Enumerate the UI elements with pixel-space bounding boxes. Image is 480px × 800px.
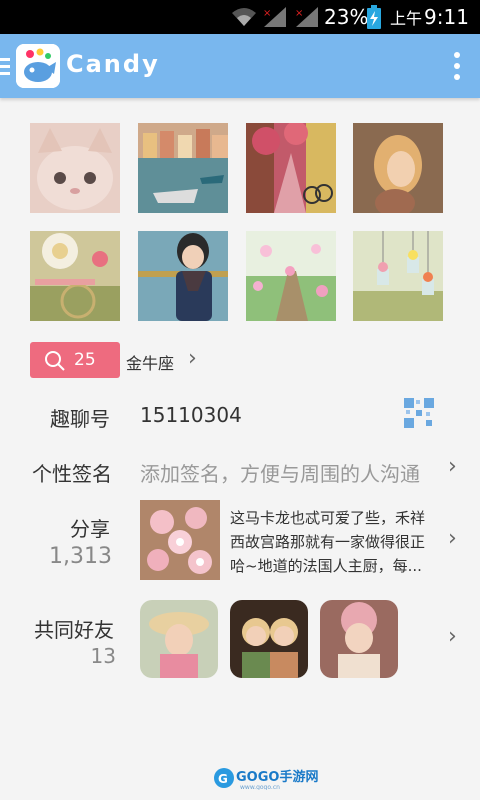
photo-child-scarf[interactable] — [138, 231, 228, 321]
app-logo-icon[interactable] — [16, 44, 60, 88]
signal-icon-2: × — [295, 7, 318, 27]
chevron-right-icon[interactable]: › — [188, 346, 197, 371]
friends-label: 共同好友 — [34, 618, 114, 642]
share-preview-text[interactable]: 这马卡龙也忒可爱了些，禾祥西故宫路那就有一家做得很正哈~地道的法国人主厨，每..… — [230, 506, 436, 578]
share-count: 1,313 — [49, 544, 112, 569]
svg-text:www.gogo.cn: www.gogo.cn — [240, 784, 280, 790]
status-bar: × × 23% 上午 9:11 — [0, 0, 480, 34]
clock: 9:11 — [424, 5, 469, 29]
photo-kitten[interactable] — [30, 123, 120, 213]
friends-chevron-icon[interactable]: › — [448, 624, 457, 649]
photo-bike-flowers[interactable] — [30, 231, 120, 321]
svg-text:×: × — [295, 8, 303, 19]
photo-flower-path[interactable] — [246, 231, 336, 321]
friend-avatar-1[interactable] — [140, 600, 218, 678]
wifi-icon — [232, 8, 256, 26]
app-bar: Candy — [0, 34, 480, 98]
friend-avatar-2[interactable] — [230, 600, 308, 678]
photo-street[interactable] — [246, 123, 336, 213]
qr-code-icon[interactable] — [404, 398, 434, 428]
time-period: 上午 — [390, 9, 423, 28]
share-thumbnail-macaron[interactable] — [140, 500, 220, 580]
match-count: 25 — [74, 350, 96, 370]
photo-girl[interactable] — [353, 123, 443, 213]
battery-percent: 23% — [324, 5, 369, 29]
drawer-menu-icon[interactable] — [0, 58, 10, 79]
gogo-watermark-logo: G GOGO手游网 www.gogo.cn — [214, 768, 318, 790]
search-heart-icon — [45, 351, 65, 371]
signature-field[interactable]: 添加签名，方便与周围的人沟通 — [140, 458, 436, 487]
svg-text:GOGO手游网: GOGO手游网 — [236, 769, 318, 785]
friends-count: 13 — [90, 644, 116, 668]
share-chevron-icon[interactable]: › — [448, 526, 457, 551]
id-value: 15110304 — [140, 403, 242, 427]
battery-charging-icon — [367, 5, 381, 29]
match-tag-button[interactable]: 25 — [30, 342, 120, 378]
share-label: 分享 — [70, 517, 110, 541]
zodiac-link[interactable]: 金牛座 — [126, 350, 174, 374]
svg-text:G: G — [218, 772, 228, 786]
photo-hanging-jars[interactable] — [353, 231, 443, 321]
svg-text:×: × — [263, 8, 271, 19]
id-label: 趣聊号 — [50, 407, 110, 431]
overflow-menu-icon[interactable] — [450, 52, 464, 82]
app-title: Candy — [66, 50, 160, 78]
friend-avatar-3[interactable] — [320, 600, 398, 678]
signature-label: 个性签名 — [32, 462, 112, 486]
signal-icon: × — [263, 7, 286, 27]
photo-harbor[interactable] — [138, 123, 228, 213]
signature-chevron-icon[interactable]: › — [448, 454, 457, 479]
